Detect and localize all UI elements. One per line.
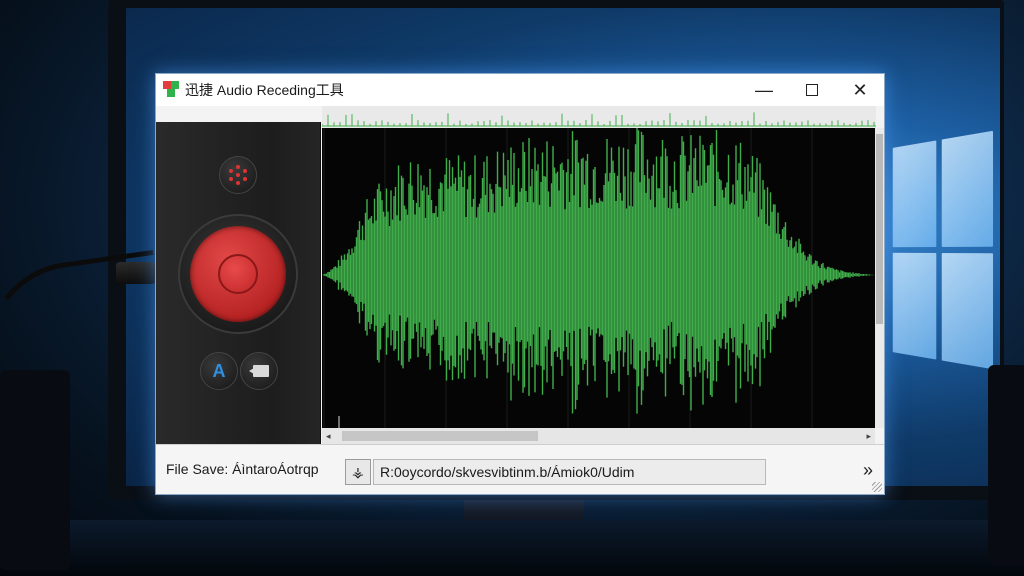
overview-svg (322, 106, 876, 128)
windows-logo (893, 131, 993, 369)
vertical-scrollbar[interactable] (875, 128, 884, 428)
microphone-button[interactable] (219, 156, 257, 194)
control-panel: A (156, 122, 321, 444)
camera-icon (249, 365, 269, 377)
window-title: 迅捷 Audio Receding工具 (185, 80, 344, 100)
horizontal-scrollbar[interactable]: ◂ ▸ (322, 428, 875, 444)
waveform (322, 128, 874, 414)
close-icon: ✕ (852, 80, 867, 101)
waveform-display[interactable] (322, 128, 875, 428)
waveform-svg (322, 128, 875, 428)
speaker-right (988, 365, 1024, 565)
scroll-right-icon[interactable]: ▸ (866, 431, 871, 442)
file-save-label: File Save: ÁìntaroÁotrqp (166, 461, 319, 477)
app-logo-icon (163, 81, 181, 99)
resize-grip-icon[interactable] (872, 482, 882, 492)
overview-ticks (322, 112, 874, 126)
file-save-bar: File Save: ÁìntaroÁotrqp ⚶ » (156, 444, 884, 494)
video-button[interactable] (240, 352, 278, 390)
desk (0, 520, 1024, 576)
microphone-icon (228, 165, 248, 185)
vertical-scroll-thumb[interactable] (876, 134, 883, 324)
browse-button[interactable]: ⚶ (345, 459, 371, 485)
window-controls: — ✕ (740, 74, 884, 106)
title-bar[interactable]: 迅捷 Audio Receding工具 — ✕ (156, 74, 884, 106)
save-path-input[interactable] (373, 459, 766, 485)
record-button[interactable] (178, 214, 298, 334)
maximize-button[interactable] (788, 74, 836, 106)
scroll-left-icon[interactable]: ◂ (326, 431, 331, 442)
double-chevron-icon: » (863, 460, 873, 481)
minimize-button[interactable]: — (740, 74, 788, 106)
app-window: 迅捷 Audio Receding工具 — ✕ A ◂ ▸ File Save:… (155, 73, 885, 495)
maximize-icon (806, 84, 818, 96)
font-icon: A (213, 361, 226, 382)
waveform-overview[interactable] (322, 106, 876, 128)
audio-plug (116, 262, 156, 284)
browse-icon: ⚶ (352, 464, 364, 481)
text-tool-button[interactable]: A (200, 352, 238, 390)
horizontal-scroll-thumb[interactable] (342, 431, 538, 441)
expand-button[interactable]: » (856, 457, 880, 483)
minimize-icon: — (755, 80, 773, 101)
record-icon (218, 254, 258, 294)
record-ring (190, 226, 286, 322)
speaker-left (0, 370, 70, 570)
close-button[interactable]: ✕ (836, 74, 884, 106)
